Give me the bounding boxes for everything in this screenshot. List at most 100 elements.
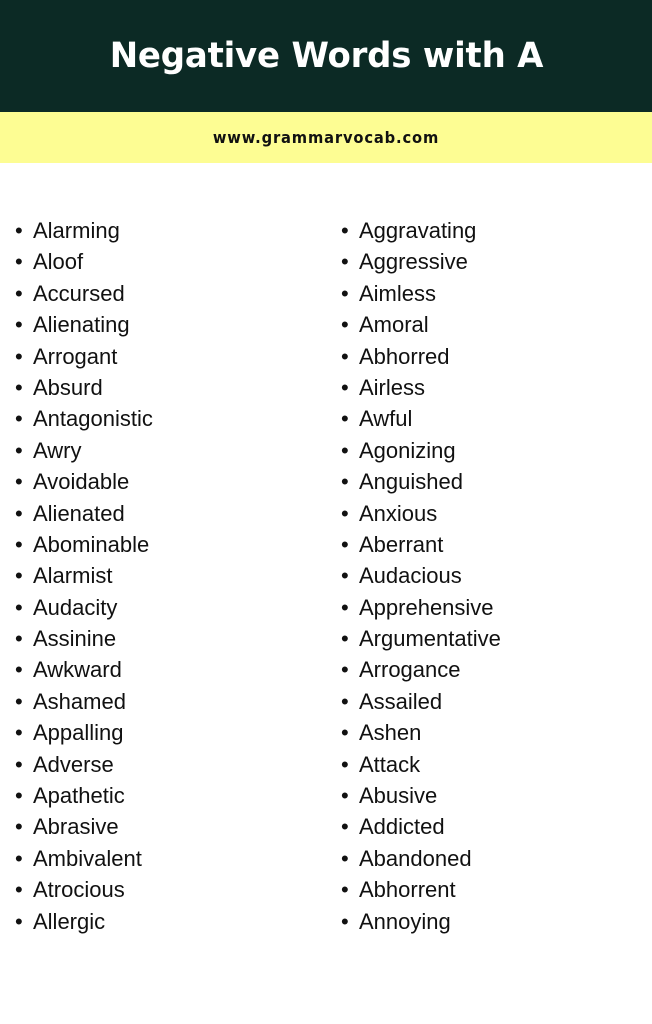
list-item: • Agonizing: [326, 435, 652, 466]
word-lists-area: • Alarming • Aloof • Accursed • Alienating • Arro…: [0, 163, 652, 1024]
list-item: • Accursed: [0, 278, 326, 309]
list-item: • Aloof: [0, 246, 326, 277]
list-item: • Annoying: [326, 906, 652, 937]
bullet-icon: •: [15, 908, 23, 934]
list-item: • Audacity: [0, 592, 326, 623]
bullet-icon: •: [15, 877, 23, 903]
list-item: • Alienating: [0, 309, 326, 340]
list-item: • Arrogance: [326, 654, 652, 685]
bullet-icon: •: [341, 563, 349, 589]
bullet-icon: •: [341, 500, 349, 526]
bullet-icon: •: [341, 406, 349, 432]
word-label: Aggravating: [359, 218, 477, 243]
word-label: Aberrant: [359, 531, 444, 557]
list-item: • Abandoned: [326, 843, 652, 874]
poster-header-band: Negative Words with A: [0, 0, 652, 112]
page-title: Negative Words with A: [109, 35, 543, 76]
list-item: • Awkward: [0, 654, 326, 685]
list-item: • Abrasive: [0, 811, 326, 842]
word-label: Avoidable: [33, 469, 130, 495]
bullet-icon: •: [341, 249, 349, 275]
bullet-icon: •: [15, 312, 23, 338]
bullet-icon: •: [15, 657, 23, 683]
word-label: Accursed: [33, 280, 125, 306]
list-item: • Alienated: [0, 498, 326, 529]
word-label: Atrocious: [33, 877, 125, 903]
bullet-icon: •: [341, 218, 349, 243]
bullet-icon: •: [341, 814, 349, 840]
bullet-icon: •: [15, 343, 23, 369]
word-label: Arrogant: [33, 343, 118, 369]
word-label: Alienating: [33, 312, 130, 338]
word-label: Aggressive: [359, 249, 468, 275]
word-label: Addicted: [359, 814, 445, 840]
list-item: • Attack: [326, 749, 652, 780]
list-item: • Awry: [0, 435, 326, 466]
list-item: • Assinine: [0, 623, 326, 654]
list-item: • Ambivalent: [0, 843, 326, 874]
word-label: Apprehensive: [359, 594, 494, 620]
list-item: • Abhorrent: [326, 874, 652, 905]
word-label: Awful: [359, 406, 413, 432]
bullet-icon: •: [15, 469, 23, 495]
bullet-icon: •: [15, 720, 23, 746]
list-item: • Audacious: [326, 560, 652, 591]
list-item: • Alarmist: [0, 560, 326, 591]
word-label: Ambivalent: [33, 845, 142, 871]
word-label: Audacious: [359, 563, 462, 589]
list-item: • Appalling: [0, 717, 326, 748]
word-label: Abhorred: [359, 343, 450, 369]
bullet-icon: •: [341, 845, 349, 871]
word-label: Anxious: [359, 500, 438, 526]
bullet-icon: •: [15, 406, 23, 432]
website-url-band: www.grammarvocab.com: [0, 112, 652, 163]
word-label: Attack: [359, 751, 421, 777]
bullet-icon: •: [15, 531, 23, 557]
list-item: • Awful: [326, 403, 652, 434]
word-label: Ashen: [359, 720, 422, 746]
list-item: • Absurd: [0, 372, 326, 403]
list-item: • Abominable: [0, 529, 326, 560]
word-label: Alienated: [33, 500, 125, 526]
list-item: • Airless: [326, 372, 652, 403]
word-label: Aloof: [33, 249, 84, 275]
bullet-icon: •: [341, 343, 349, 369]
bullet-icon: •: [15, 249, 23, 275]
bullet-icon: •: [341, 657, 349, 683]
bullet-icon: •: [341, 626, 349, 652]
list-item: • Addicted: [326, 811, 652, 842]
list-item: • Argumentative: [326, 623, 652, 654]
word-label: Awry: [33, 437, 82, 463]
bullet-icon: •: [15, 218, 23, 243]
list-item: • Atrocious: [0, 874, 326, 905]
bullet-icon: •: [15, 437, 23, 463]
bullet-icon: •: [341, 374, 349, 400]
word-label: Assinine: [33, 626, 117, 652]
list-item: • Antagonistic: [0, 403, 326, 434]
bullet-icon: •: [15, 626, 23, 652]
word-label: Abominable: [33, 531, 150, 557]
list-item: • Aggressive: [326, 246, 652, 277]
list-item: • Assailed: [326, 686, 652, 717]
list-item: • Aberrant: [326, 529, 652, 560]
word-label: Agonizing: [359, 437, 456, 463]
list-item: • Anxious: [326, 498, 652, 529]
bullet-icon: •: [341, 877, 349, 903]
word-label: Assailed: [359, 688, 443, 714]
bullet-icon: •: [341, 437, 349, 463]
word-label: Apathetic: [33, 783, 125, 809]
bullet-icon: •: [15, 280, 23, 306]
bullet-icon: •: [341, 720, 349, 746]
bullet-icon: •: [341, 531, 349, 557]
word-list-poster: Negative Words with A www.grammarvocab.c…: [0, 0, 652, 1024]
word-label: Anguished: [359, 469, 463, 495]
word-list-left-column: • Alarming • Aloof • Accursed • Alienating • Arro…: [0, 215, 326, 937]
word-label: Alarmist: [33, 563, 113, 589]
word-label: Alarming: [33, 218, 120, 243]
bullet-icon: •: [15, 594, 23, 620]
bullet-icon: •: [15, 500, 23, 526]
word-label: Aimless: [359, 280, 437, 306]
word-label: Antagonistic: [33, 406, 153, 432]
word-label: Appalling: [33, 720, 124, 746]
bullet-icon: •: [341, 280, 349, 306]
